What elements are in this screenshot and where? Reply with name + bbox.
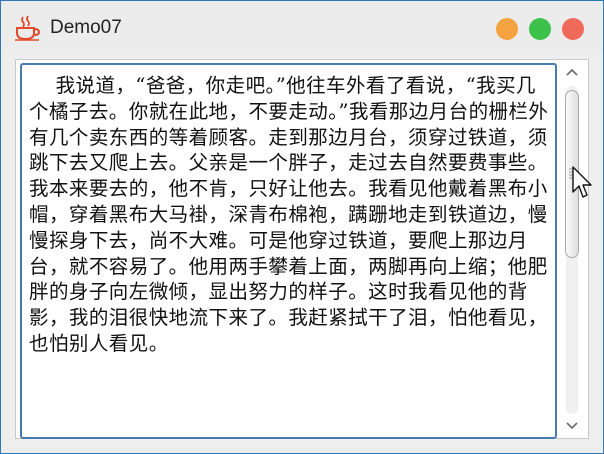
coffee-cup-icon [15, 15, 41, 41]
text-area-content[interactable]: 我说道，“爸爸，你走吧。”他往车外看了看说，“我买几个橘子去。你就在此地，不要走… [29, 73, 551, 357]
minimize-button[interactable] [496, 18, 518, 40]
text-area[interactable]: 我说道，“爸爸，你走吧。”他往车外看了看说，“我买几个橘子去。你就在此地，不要走… [20, 63, 557, 439]
window-title: Demo07 [50, 17, 122, 38]
vertical-scrollbar[interactable] [561, 64, 583, 434]
close-button[interactable] [562, 18, 584, 40]
content-panel: 我说道，“爸爸，你走吧。”他往车外看了看说，“我买几个橘子去。你就在此地，不要走… [15, 59, 589, 439]
mouse-pointer-icon [572, 166, 592, 198]
title-bar[interactable]: Demo07 [1, 1, 603, 53]
chevron-down-icon[interactable] [561, 416, 583, 434]
chevron-up-icon[interactable] [561, 64, 583, 82]
maximize-button[interactable] [529, 18, 551, 40]
app-window: Demo07 我说道，“爸爸，你走吧。”他往车外看了看说，“我买几个橘子去。你就… [0, 0, 604, 454]
